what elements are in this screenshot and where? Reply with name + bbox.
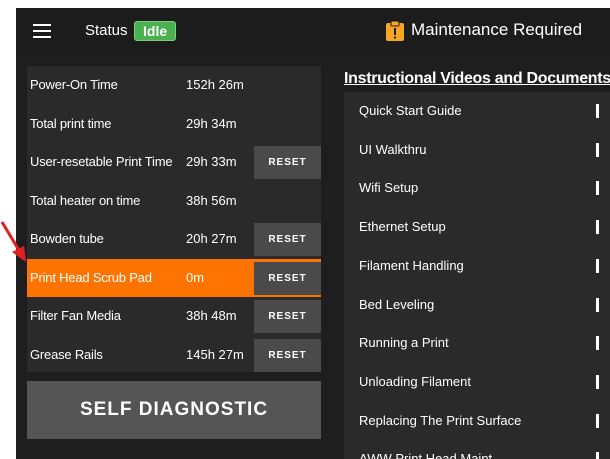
stat-value: 0m [186, 270, 205, 285]
stat-label: Bowden tube [30, 231, 104, 246]
item-edge-marker [596, 258, 599, 273]
item-edge-marker [596, 297, 599, 312]
video-list-item[interactable]: Ethernet Setup [344, 208, 610, 246]
stat-row: Bowden tube 20h 27m RESET [27, 220, 321, 258]
video-item-label: Bed Leveling [359, 296, 435, 312]
video-list-item[interactable]: Filament Handling [344, 247, 610, 285]
reset-button[interactable]: RESET [254, 146, 321, 179]
stat-row: Power-On Time 152h 26m [27, 66, 321, 104]
stat-label: Grease Rails [30, 347, 103, 362]
video-list-item[interactable]: Wifi Setup [344, 169, 610, 207]
video-list-item[interactable]: Running a Print [344, 324, 610, 362]
video-list-item[interactable]: AWW Print Head Maint [344, 440, 610, 459]
reset-button[interactable]: RESET [254, 339, 321, 372]
stat-label: Total print time [30, 116, 112, 131]
item-edge-marker [596, 374, 599, 389]
stat-row: Total heater on time 38h 56m [27, 182, 321, 220]
video-item-label: UI Walkthru [359, 141, 427, 157]
video-item-label: Ethernet Setup [359, 219, 446, 235]
videos-list[interactable]: Quick Start Guide UI Walkthru Wifi Setup Et… [344, 92, 610, 459]
stat-value: 20h 27m [186, 231, 237, 246]
stat-row: Filter Fan Media 38h 48m RESET [27, 297, 321, 335]
stat-label: Total heater on time [30, 193, 141, 208]
maintenance-required-text[interactable]: Maintenance Required [411, 20, 582, 40]
stat-value: 29h 33m [186, 154, 237, 169]
stat-label: Print Head Scrub Pad [30, 270, 152, 285]
stat-row: User-resetable Print Time 29h 33m RESET [27, 143, 321, 181]
stat-value: 152h 26m [186, 77, 244, 92]
warning-clipboard-icon[interactable] [386, 21, 404, 41]
app-window: Status Idle Maintenance Required Power-O… [16, 8, 610, 459]
annotation-arrow [0, 221, 26, 262]
reset-button[interactable]: RESET [254, 262, 321, 295]
stat-value: 145h 27m [186, 347, 244, 362]
item-edge-marker [596, 336, 599, 351]
video-item-label: Wifi Setup [359, 180, 419, 196]
item-edge-marker [596, 104, 599, 118]
status-label: Status [85, 22, 128, 39]
stat-value: 29h 34m [186, 116, 237, 131]
stat-row: Total print time 29h 34m [27, 105, 321, 143]
item-edge-marker [596, 142, 599, 157]
video-item-label: Filament Handling [359, 257, 464, 273]
stat-label: Power-On Time [30, 77, 118, 92]
video-item-label: Replacing The Print Surface [359, 412, 522, 428]
video-item-label: Unloading Filament [359, 373, 472, 389]
stat-label: Filter Fan Media [30, 308, 121, 323]
stat-label: User-resetable Print Time [30, 154, 173, 169]
stat-row: Grease Rails 145h 27m RESET [27, 336, 321, 374]
videos-section-title: Instructional Videos and Documents [344, 70, 610, 87]
status-badge: Idle [134, 21, 177, 41]
video-list-item[interactable]: UI Walkthru [344, 131, 610, 169]
video-item-label: AWW Print Head Maint [359, 451, 493, 459]
stat-value: 38h 48m [186, 308, 237, 323]
video-list-item[interactable]: Unloading Filament [344, 363, 610, 401]
self-diagnostic-button[interactable]: SELF DIAGNOSTIC [27, 381, 321, 439]
stat-value: 38h 56m [186, 193, 237, 208]
reset-button[interactable]: RESET [254, 223, 321, 256]
video-list-item[interactable]: Replacing The Print Surface [344, 402, 610, 440]
top-bar: Status Idle Maintenance Required [16, 8, 610, 54]
hamburger-menu-icon[interactable] [33, 24, 51, 38]
video-list-item[interactable]: Bed Leveling [344, 286, 610, 324]
item-edge-marker [596, 220, 599, 235]
item-edge-marker [596, 413, 599, 428]
video-list-item[interactable]: Quick Start Guide [344, 92, 610, 130]
video-item-label: Quick Start Guide [359, 103, 462, 118]
stat-row: Print Head Scrub Pad 0m RESET [27, 259, 321, 297]
item-edge-marker [596, 181, 599, 196]
video-item-label: Running a Print [359, 335, 449, 351]
item-edge-marker [596, 452, 599, 459]
reset-button[interactable]: RESET [254, 300, 321, 333]
